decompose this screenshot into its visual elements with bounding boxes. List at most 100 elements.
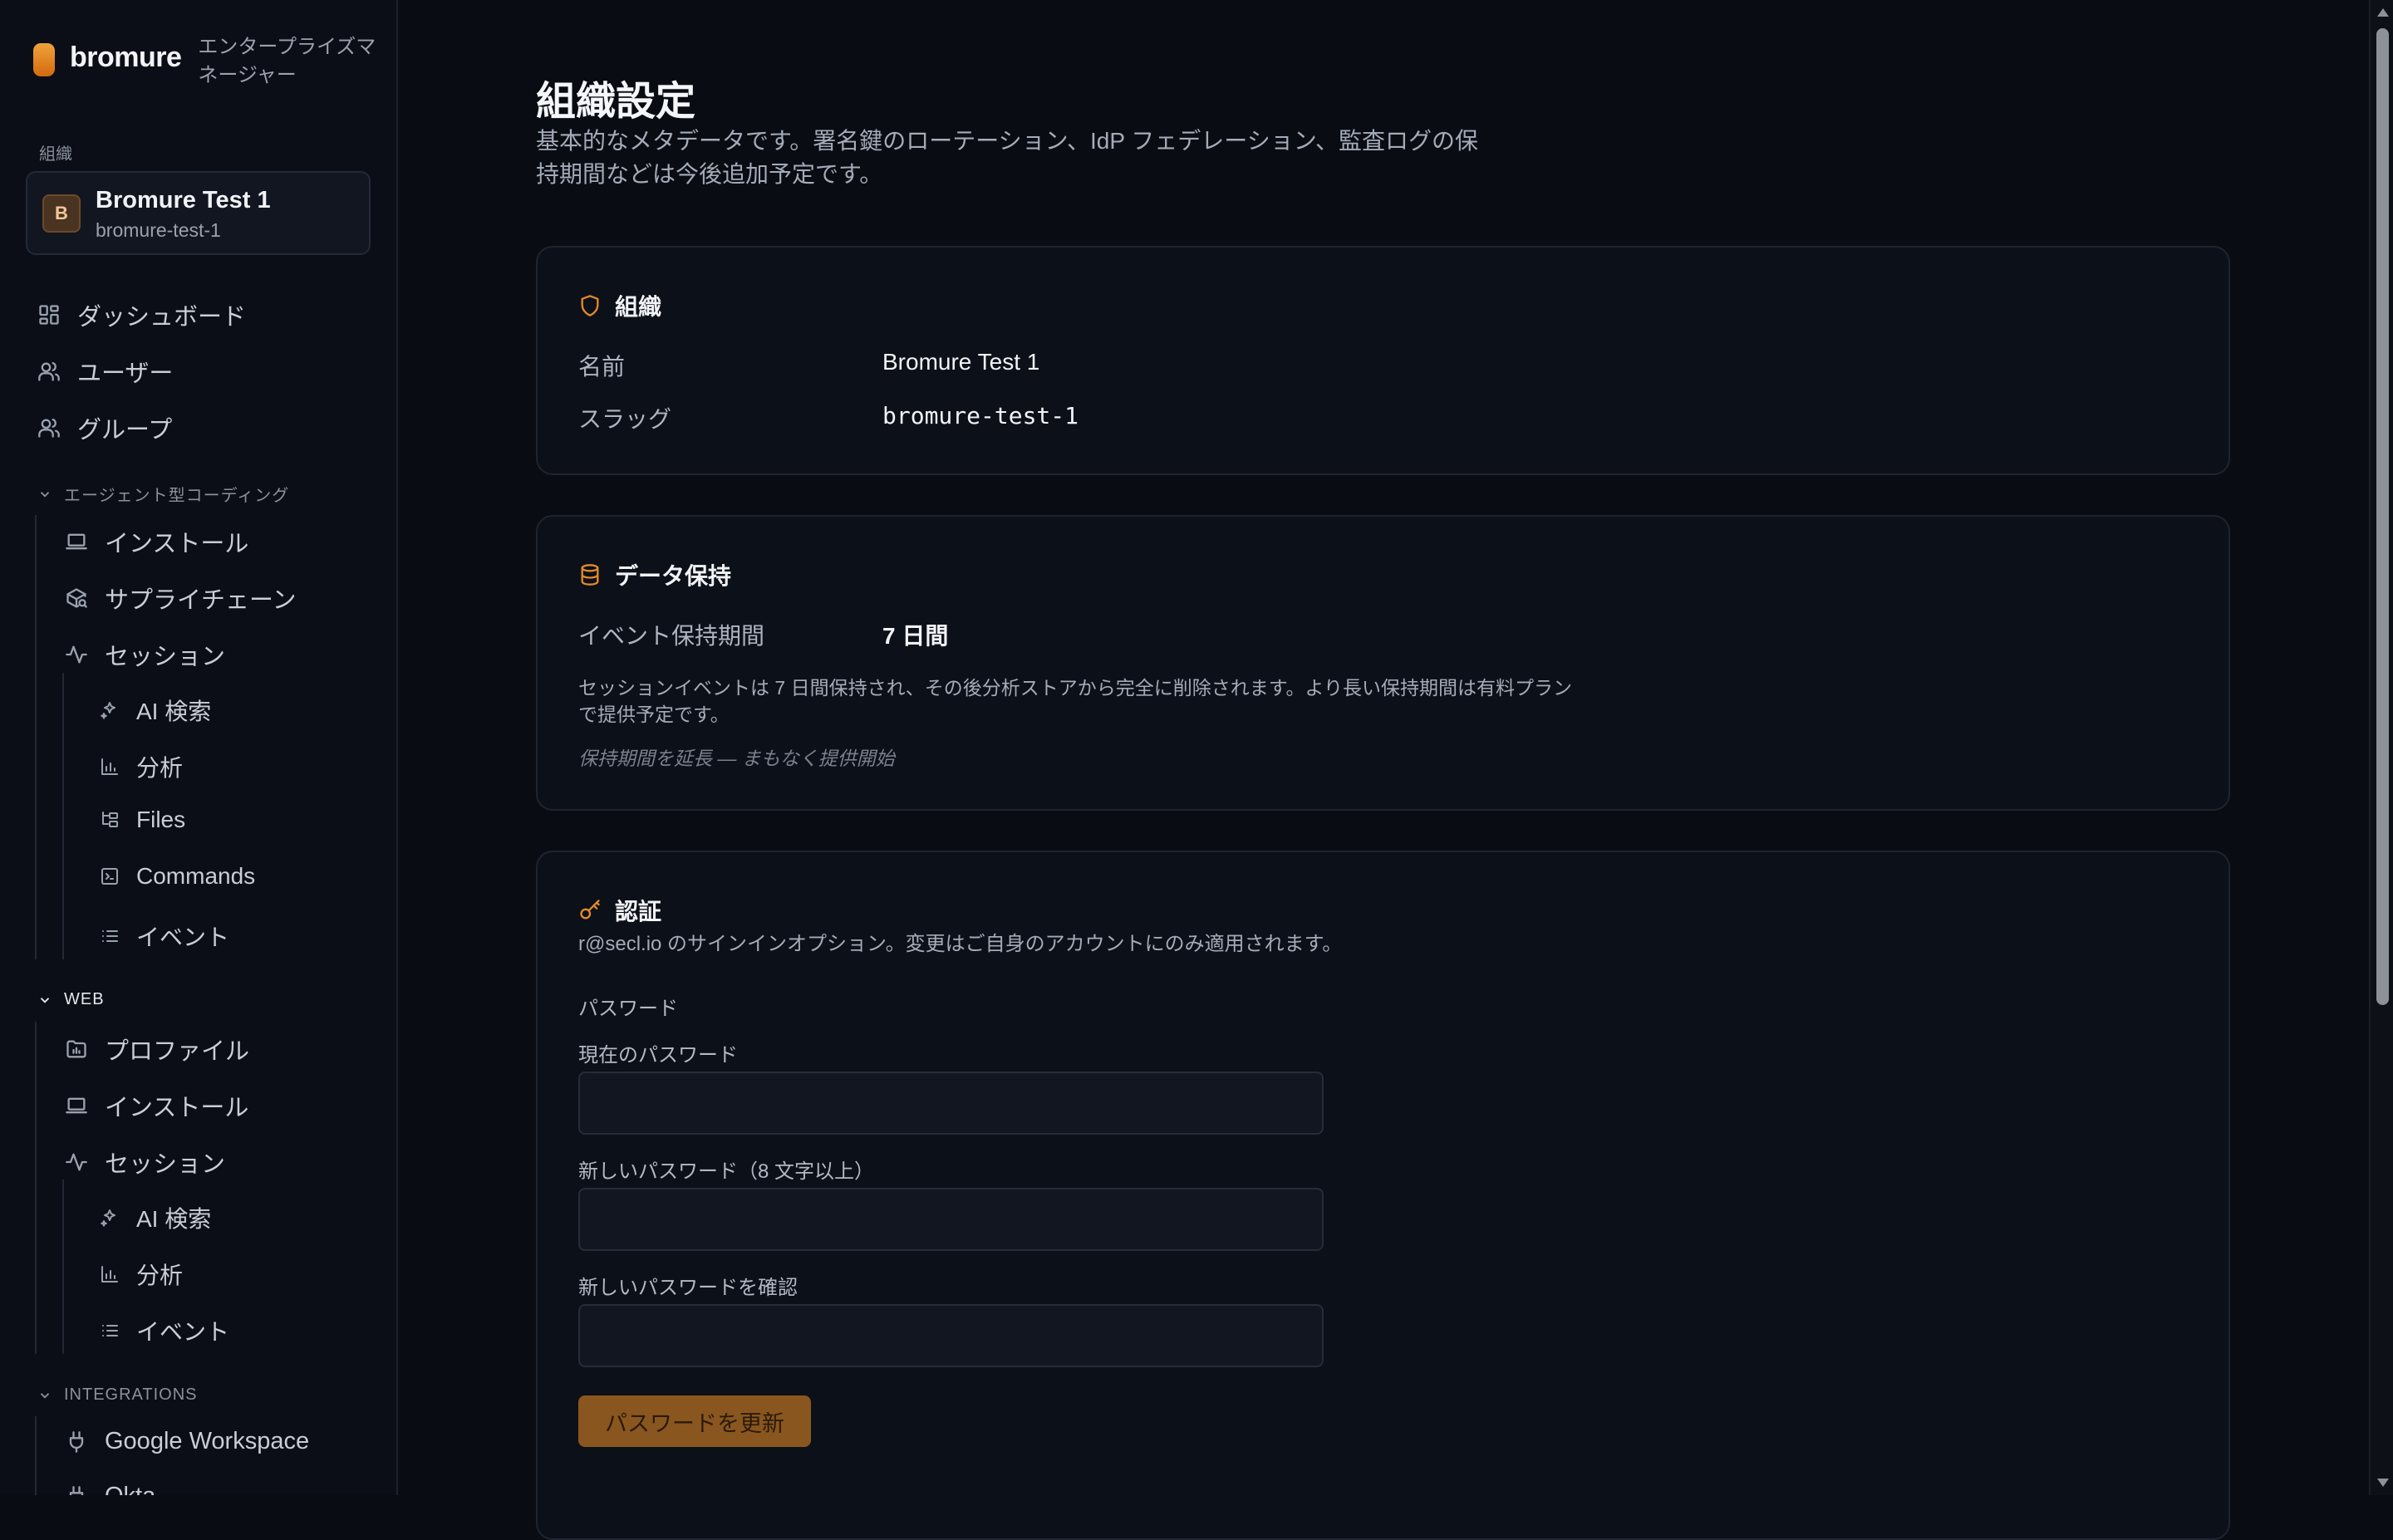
chevron-down-icon bbox=[40, 997, 50, 1003]
sidebar-item-web-analytics[interactable]: 分析 bbox=[100, 1258, 183, 1291]
brand-name: bromure bbox=[70, 42, 182, 73]
org-switcher[interactable]: B Bromure Test 1 bromure-test-1 bbox=[26, 171, 371, 255]
sidebar-item-commands[interactable]: Commands bbox=[100, 863, 255, 890]
sidebar-item-agentic-install[interactable]: インストール bbox=[65, 524, 248, 559]
brand-subtitle: エンタープライズマネージャー bbox=[198, 36, 376, 86]
sidebar-item-agentic-sessions[interactable]: セッション bbox=[65, 637, 225, 672]
plug-icon bbox=[69, 1430, 84, 1453]
extend-retention-note: 保持期間を延長 — まもなく提供開始 bbox=[578, 748, 895, 769]
sidebar-item-label: インストール bbox=[105, 1095, 249, 1121]
sidebar-item-dashboard[interactable]: ダッシュボード bbox=[37, 297, 246, 332]
sidebar-item-web-ai-search[interactable]: AI 検索 bbox=[100, 1201, 211, 1234]
sidebar-item-label: グループ bbox=[77, 417, 173, 444]
org-slug-value: bromure-test-1 bbox=[882, 402, 1079, 429]
brand[interactable]: bromure エンタープライズマネージャー bbox=[33, 30, 381, 90]
password-section-label: パスワード bbox=[578, 998, 678, 1020]
package-search-icon bbox=[66, 588, 87, 608]
dashboard-icon bbox=[39, 305, 59, 325]
sidebar-item-label: 分析 bbox=[136, 1263, 184, 1288]
org-switcher-name: Bromure Test 1 bbox=[96, 187, 271, 213]
sparkles-icon bbox=[101, 1209, 115, 1227]
sidebar-item-google-workspace[interactable]: Google Workspace bbox=[65, 1428, 309, 1455]
authentication-card-title: 認証 bbox=[615, 899, 662, 924]
sidebar-item-agentic-events[interactable]: イベント bbox=[100, 920, 229, 953]
sidebar-item-label: Google Workspace bbox=[105, 1428, 310, 1454]
retention-period-value: 7 日間 bbox=[882, 623, 949, 649]
sidebar-item-profiles[interactable]: プロファイル bbox=[65, 1032, 249, 1067]
page-title: 組織設定 bbox=[536, 80, 696, 124]
laptop-icon bbox=[66, 1097, 87, 1114]
sidebar-item-label: 分析 bbox=[136, 755, 184, 781]
sidebar-item-web-sessions[interactable]: セッション bbox=[65, 1145, 225, 1180]
retention-period-label: イベント保持期間 bbox=[578, 623, 765, 649]
current-password-input[interactable] bbox=[578, 1072, 1324, 1135]
sidebar-item-supply-chain[interactable]: サプライチェーン bbox=[65, 581, 297, 616]
folder-tree-icon bbox=[102, 812, 118, 827]
section-toggle-web[interactable]: WEB bbox=[37, 990, 105, 1009]
data-retention-card: データ保持 イベント保持期間 7 日間 セッションイベントは 7 日間保持され、… bbox=[536, 515, 2230, 811]
list-icon bbox=[102, 930, 118, 942]
authentication-description: r@secl.io のサインインオプション。変更はご自身のアカウントにのみ適用さ… bbox=[578, 933, 1343, 955]
update-password-button[interactable]: パスワードを更新 bbox=[578, 1395, 811, 1447]
current-password-label: 現在のパスワード bbox=[578, 1044, 738, 1067]
sidebar-item-groups[interactable]: グループ bbox=[37, 410, 172, 445]
tree-guide bbox=[35, 1416, 37, 1495]
sidebar-item-label: AI 検索 bbox=[136, 1206, 212, 1232]
sparkles-icon bbox=[101, 702, 115, 719]
database-icon bbox=[581, 564, 599, 586]
sidebar-item-label: Commands bbox=[136, 863, 256, 889]
tree-guide bbox=[62, 673, 64, 959]
organization-card: 組織 名前 Bromure Test 1 スラッグ bromure-test-1 bbox=[536, 246, 2230, 475]
sidebar-item-label: セッション bbox=[105, 644, 226, 670]
authentication-card-header: 認証 bbox=[578, 894, 661, 927]
confirm-password-label: 新しいパスワードを確認 bbox=[578, 1277, 798, 1299]
tree-guide bbox=[35, 1022, 37, 1354]
sidebar-item-label: イベント bbox=[136, 1319, 230, 1345]
section-label: INTEGRATIONS bbox=[64, 1386, 198, 1404]
plug-icon bbox=[69, 1485, 84, 1495]
data-retention-card-title: データ保持 bbox=[615, 563, 732, 589]
org-name-label: 名前 bbox=[578, 354, 626, 380]
sidebar-item-label: AI 検索 bbox=[136, 699, 212, 724]
sidebar-item-agentic-ai-search[interactable]: AI 検索 bbox=[100, 694, 211, 727]
sidebar-item-web-events[interactable]: イベント bbox=[100, 1314, 229, 1347]
data-retention-card-header: データ保持 bbox=[578, 558, 731, 591]
sidebar: bromure エンタープライズマネージャー 組織 B Bromure Test… bbox=[0, 0, 398, 1495]
sidebar-item-files[interactable]: Files bbox=[100, 807, 185, 833]
sidebar-item-label: Okta bbox=[105, 1483, 155, 1495]
org-name-value: Bromure Test 1 bbox=[882, 349, 1040, 375]
page-scrollbar[interactable] bbox=[2369, 0, 2393, 1495]
users-icon bbox=[38, 361, 60, 381]
tree-guide bbox=[35, 515, 37, 959]
authentication-card: 認証 r@secl.io のサインインオプション。変更はご自身のアカウントにのみ… bbox=[536, 851, 2230, 1540]
org-switcher-slug: bromure-test-1 bbox=[96, 219, 221, 241]
tree-guide bbox=[62, 1180, 64, 1354]
sidebar-item-label: イベント bbox=[136, 924, 230, 950]
sidebar-item-label: ダッシュボード bbox=[77, 304, 247, 331]
scroll-down-arrow-icon[interactable] bbox=[2377, 1479, 2389, 1487]
section-toggle-integrations[interactable]: INTEGRATIONS bbox=[37, 1386, 198, 1405]
sidebar-item-label: Files bbox=[136, 807, 186, 832]
sidebar-item-label: プロファイル bbox=[105, 1038, 250, 1065]
groups-icon bbox=[38, 418, 60, 438]
section-toggle-agentic-coding[interactable]: エージェント型コーディング bbox=[37, 482, 289, 506]
sidebar-item-label: ユーザー bbox=[77, 360, 174, 387]
scrollbar-thumb[interactable] bbox=[2376, 28, 2389, 1005]
sidebar-item-agentic-analytics[interactable]: 分析 bbox=[100, 750, 183, 783]
section-label: WEB bbox=[64, 990, 105, 1008]
sidebar-item-okta[interactable]: Okta bbox=[65, 1483, 155, 1495]
folder-chart-icon bbox=[66, 1040, 86, 1058]
new-password-input[interactable] bbox=[578, 1188, 1324, 1251]
section-label: エージェント型コーディング bbox=[64, 487, 290, 505]
org-slug-label: スラッグ bbox=[578, 406, 672, 432]
activity-icon bbox=[66, 645, 87, 664]
scroll-up-arrow-icon[interactable] bbox=[2377, 8, 2389, 17]
confirm-password-input[interactable] bbox=[578, 1304, 1324, 1367]
activity-icon bbox=[66, 1153, 87, 1171]
new-password-label: 新しいパスワード（8 文字以上） bbox=[578, 1160, 875, 1183]
sidebar-item-users[interactable]: ユーザー bbox=[37, 354, 173, 389]
org-avatar: B bbox=[42, 194, 81, 233]
brand-logo-icon bbox=[33, 43, 55, 76]
terminal-square-icon bbox=[101, 868, 118, 885]
sidebar-item-web-install[interactable]: インストール bbox=[65, 1088, 248, 1123]
